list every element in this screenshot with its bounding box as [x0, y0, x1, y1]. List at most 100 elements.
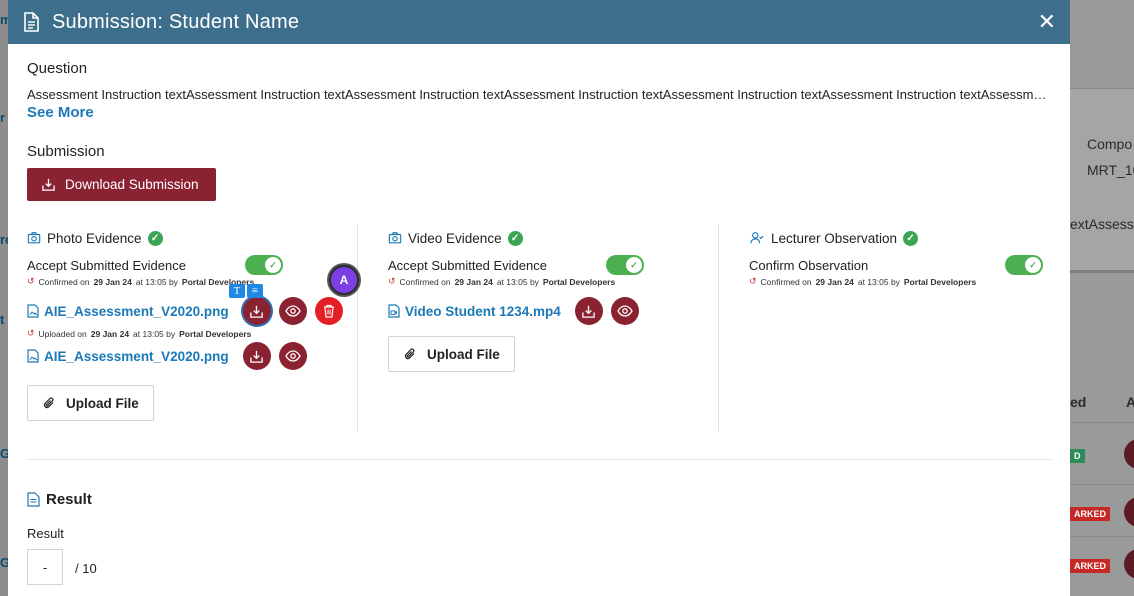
view-file-button[interactable] — [610, 297, 639, 325]
observation-confirm-toggle[interactable]: ✓ — [1005, 255, 1043, 275]
view-file-button[interactable] — [278, 297, 307, 325]
meta-date: 29 Jan 24 — [90, 328, 130, 339]
background-text: Compo — [1087, 136, 1133, 152]
observation-confirm-label: Confirm Observation — [749, 257, 869, 273]
question-text: Assessment Instruction textAssessment In… — [27, 87, 1051, 102]
eye-icon — [284, 350, 301, 362]
meta-at: at 13:05 by — [496, 276, 539, 287]
meta-date: 29 Jan 24 — [93, 276, 132, 287]
photo-evidence-title: Photo Evidence ✓ — [27, 229, 357, 247]
video-accept-row: Accept Submitted Evidence ✓ — [388, 255, 644, 275]
photo-accept-row: Accept Submitted Evidence ✓ — [27, 255, 283, 275]
video-accept-toggle[interactable]: ✓ — [606, 255, 644, 275]
history-icon: ↺ — [27, 328, 35, 338]
observation-confirm-row: Confirm Observation ✓ — [749, 255, 1043, 275]
meta-prefix: Confirmed on — [760, 276, 812, 287]
check-icon: ✓ — [265, 257, 281, 273]
photo-upload-file-button[interactable]: Upload File — [27, 385, 154, 421]
result-max: / 10 — [75, 561, 97, 576]
document-icon — [24, 12, 39, 32]
history-icon: ↺ — [749, 276, 757, 286]
background-text: A — [1126, 394, 1134, 410]
check-icon: ✓ — [626, 257, 642, 273]
text-tool-icon[interactable]: T — [229, 284, 245, 298]
observation-confirm-meta: ↺ Confirmed on 29 Jan 24 at 13:05 by Por… — [749, 276, 1051, 287]
photo-file-link[interactable]: AIE_Assessment_V2020.png — [44, 349, 229, 364]
eye-icon — [617, 305, 633, 317]
modal-body: Question Assessment Instruction textAsse… — [8, 44, 1070, 201]
background-left-text: t — [0, 312, 5, 327]
video-file-link[interactable]: Video Student 1234.mp4 — [405, 304, 561, 319]
check-circle-icon: ✓ — [903, 230, 919, 246]
meta-prefix: Uploaded on — [38, 328, 87, 339]
video-evidence-section: Video Evidence ✓ Accept Submitted Eviden… — [388, 224, 719, 431]
download-icon — [42, 178, 55, 191]
background-text: extAssessm — [1070, 216, 1134, 232]
download-file-button[interactable] — [574, 297, 603, 325]
meta-at: at 13:05 by — [135, 276, 178, 287]
photo-confirm-meta: ↺ Confirmed on 29 Jan 24 at 13:05 by Por… — [27, 276, 357, 287]
see-more-link[interactable]: See More — [27, 104, 94, 121]
background-status-tag: ARKED — [1070, 507, 1111, 521]
background-left-text: r — [0, 110, 6, 125]
background-avatar — [1124, 439, 1134, 469]
download-file-button[interactable] — [242, 297, 271, 325]
meta-user: Portal Developers — [542, 276, 616, 287]
check-icon: ✓ — [1025, 257, 1041, 273]
trash-icon — [323, 304, 334, 318]
history-icon: ↺ — [388, 276, 396, 286]
download-submission-button[interactable]: Download Submission — [27, 168, 216, 201]
background-status-tag: D — [1070, 449, 1085, 463]
camera-icon — [388, 232, 402, 244]
photo-upload-meta: ↺ Uploaded on 29 Jan 24 at 13:05 by Port… — [27, 328, 357, 339]
video-upload-label: Upload File — [427, 346, 500, 362]
background-left-text: G — [0, 555, 8, 570]
meta-user: Portal Developers — [903, 276, 977, 287]
background-table-row: D — [1070, 422, 1134, 474]
meta-date: 29 Jan 24 — [454, 276, 493, 287]
video-upload-file-button[interactable]: Upload File — [388, 336, 515, 372]
photo-accept-label: Accept Submitted Evidence — [27, 257, 186, 273]
background-panel — [1070, 88, 1134, 273]
photo-file-link[interactable]: AIE_Assessment_V2020.png — [44, 304, 229, 319]
background-table-row: ARKED — [1070, 536, 1134, 588]
background-status-tag: ARKED — [1070, 559, 1111, 573]
paperclip-icon — [404, 348, 415, 360]
meta-at: at 13:05 by — [857, 276, 900, 287]
delete-file-button[interactable] — [314, 297, 343, 325]
meta-at: at 13:05 by — [133, 328, 176, 339]
video-file-row: Video Student 1234.mp4 — [388, 296, 718, 326]
meta-prefix: Confirmed on — [399, 276, 451, 287]
background-text: ed — [1070, 394, 1087, 410]
download-file-button[interactable] — [242, 342, 271, 370]
result-label: Result — [27, 526, 64, 541]
photo-file-row: AIE_Assessment_V2020.png — [27, 296, 357, 326]
background-left-text: G — [0, 446, 8, 461]
photo-accept-toggle[interactable]: ✓ — [245, 255, 283, 275]
background-left-strip: m r re t G G — [0, 0, 8, 596]
check-circle-icon: ✓ — [147, 230, 163, 246]
background-table-row: ARKED — [1070, 484, 1134, 536]
download-icon — [250, 305, 263, 318]
meta-prefix: Confirmed on — [38, 276, 90, 287]
photo-upload-label: Upload File — [66, 395, 139, 411]
result-input[interactable]: - — [27, 549, 63, 585]
lecturer-observation-title: Lecturer Observation ✓ — [749, 229, 1051, 247]
close-icon[interactable]: ✕ — [1038, 9, 1056, 35]
submission-modal: Submission: Student Name ✕ Question Asse… — [8, 0, 1070, 596]
floating-toolbar: T ≡ — [229, 284, 263, 298]
background-right-strip: Compo MRT_10 extAssessm ed A D ARKED ARK… — [1070, 0, 1134, 596]
view-file-button[interactable] — [278, 342, 307, 370]
meta-user: Portal Developers — [179, 328, 252, 339]
evidence-columns: Photo Evidence ✓ Accept Submitted Eviden… — [27, 224, 1051, 431]
modal-title: Submission: Student Name — [52, 10, 300, 33]
history-icon: ↺ — [27, 276, 35, 286]
download-icon — [250, 350, 263, 363]
list-tool-icon[interactable]: ≡ — [247, 284, 263, 298]
download-submission-label: Download Submission — [65, 177, 199, 192]
meta-date: 29 Jan 24 — [815, 276, 854, 287]
floating-avatar[interactable]: A — [329, 265, 359, 295]
image-file-icon — [27, 304, 39, 318]
section-divider — [27, 459, 1051, 460]
video-file-icon — [388, 304, 400, 318]
